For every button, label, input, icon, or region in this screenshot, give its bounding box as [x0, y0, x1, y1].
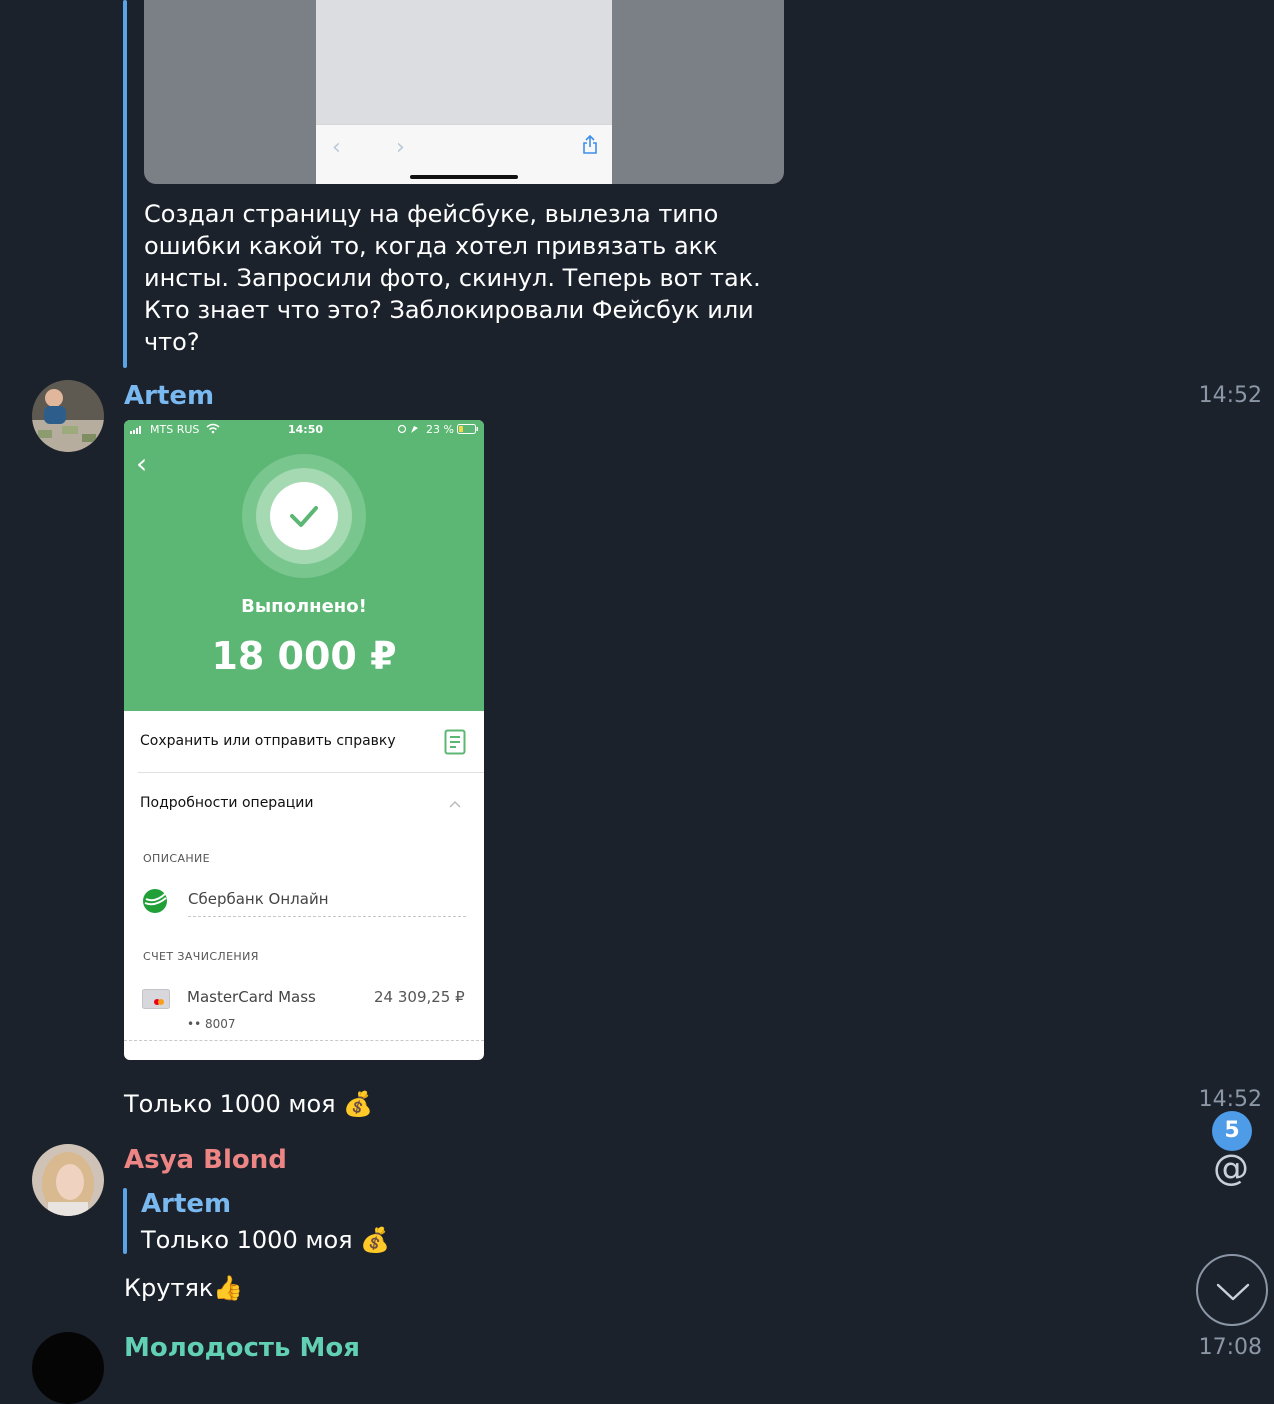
- browser-toolbar: ‹ ›: [316, 124, 612, 184]
- avatar-asya-image: [32, 1144, 104, 1216]
- sender-name-artem[interactable]: Artem: [124, 381, 214, 411]
- chevron-down-icon: [1216, 1283, 1250, 1301]
- message-text: Только 1000 моя 💰: [124, 1090, 373, 1118]
- document-icon[interactable]: [444, 729, 466, 755]
- description-caption: ОПИСАНИЕ: [143, 852, 211, 865]
- scroll-down-button[interactable]: [1196, 1254, 1268, 1326]
- receipt-bottom-dash: [124, 1040, 484, 1041]
- receipt-divider: [138, 772, 484, 773]
- message-text-body: Только 1000 моя: [124, 1090, 336, 1118]
- back-icon[interactable]: ‹: [136, 450, 147, 478]
- share-icon: [583, 135, 597, 154]
- reply-sender-name[interactable]: Artem: [141, 1189, 231, 1219]
- nav-back-icon: ‹: [332, 135, 341, 160]
- wifi-icon: [206, 423, 220, 434]
- location-icon: [398, 424, 418, 434]
- message-text: Крутяк👍: [124, 1274, 243, 1302]
- account-caption: СЧЕТ ЗАЧИСЛЕНИЯ: [143, 950, 259, 963]
- sender-name-molodost[interactable]: Молодость Моя: [124, 1333, 360, 1363]
- unread-mentions-badge[interactable]: 5: [1212, 1111, 1252, 1151]
- reply-quote-bar: [123, 1188, 127, 1254]
- save-receipt-row[interactable]: Сохранить или отправить справку: [140, 733, 396, 749]
- operation-details-row[interactable]: Подробности операции: [140, 795, 314, 811]
- money-bag-emoji: 💰: [343, 1090, 374, 1118]
- money-bag-emoji: 💰: [360, 1226, 391, 1254]
- forwarded-message-text: Создал страницу на фейсбуке, вылезла тип…: [144, 200, 761, 356]
- sender-name-asya[interactable]: Asya Blond: [124, 1145, 287, 1175]
- receipt-header: MTS RUS 14:50 23 % ‹ Выполнено! 18 000 ₽: [124, 420, 484, 711]
- card-icon: [142, 989, 170, 1009]
- message-text-body: Крутяк: [124, 1274, 214, 1302]
- avatar-molodost[interactable]: [32, 1332, 104, 1404]
- attached-screenshot[interactable]: ‹ ›: [144, 0, 784, 184]
- card-balance: 24 309,25 ₽: [374, 988, 465, 1006]
- card-number: •• 8007: [187, 1017, 236, 1031]
- receipt-screenshot[interactable]: MTS RUS 14:50 23 % ‹ Выполнено! 18 000 ₽…: [124, 420, 484, 1060]
- checkmark-icon: [290, 506, 318, 527]
- description-value: Сбербанк Онлайн: [188, 890, 329, 908]
- avatar-asya[interactable]: [32, 1144, 104, 1216]
- description-underline: [188, 916, 466, 917]
- sberbank-logo-icon: [143, 889, 167, 913]
- card-name: MasterCard Mass: [187, 988, 316, 1006]
- chevron-up-icon[interactable]: [449, 800, 461, 808]
- receipt-status: Выполнено!: [241, 596, 367, 617]
- mention-icon[interactable]: @: [1213, 1148, 1249, 1189]
- message-time: 14:52: [1198, 383, 1262, 408]
- thumbs-up-emoji: 👍: [213, 1274, 244, 1302]
- battery-icon: [457, 424, 478, 434]
- reply-preview-text: Только 1000 моя: [141, 1226, 353, 1254]
- forward-quote-bar: [123, 0, 127, 368]
- signal-icon: [130, 426, 141, 434]
- status-clock: 14:50: [288, 423, 324, 436]
- nav-forward-icon: ›: [396, 135, 405, 160]
- attached-phone-screen: ‹ ›: [316, 0, 612, 184]
- carrier-label: MTS RUS: [150, 423, 200, 436]
- avatar-artem-image: [32, 380, 104, 452]
- receipt-amount: 18 000 ₽: [211, 634, 397, 678]
- message-time: 14:52: [1198, 1087, 1262, 1112]
- battery-percent: 23 %: [426, 423, 454, 436]
- avatar-artem[interactable]: [32, 380, 104, 452]
- reply-preview[interactable]: Только 1000 моя 💰: [141, 1226, 390, 1254]
- message-time: 17:08: [1198, 1335, 1262, 1360]
- home-indicator: [410, 175, 518, 179]
